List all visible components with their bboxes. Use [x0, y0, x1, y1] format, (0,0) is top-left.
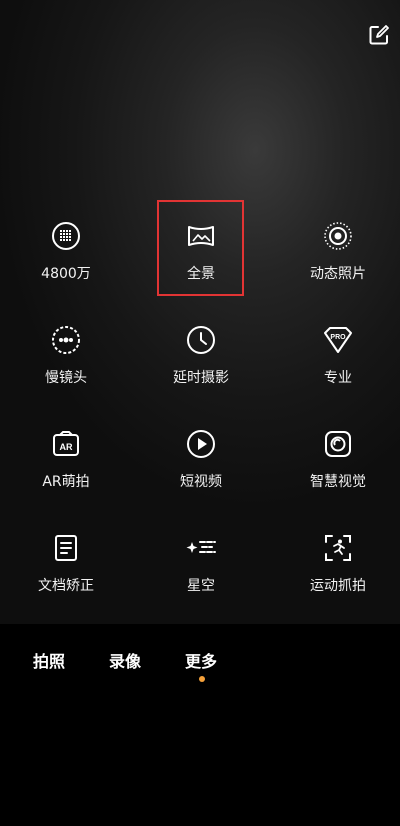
mode-bar: 拍照 录像 更多	[0, 624, 400, 826]
camera-more-panel: 4800万 全景 动态照片 慢镜头 延时摄影 PRO 专业 AR AR萌拍 短视…	[0, 0, 400, 624]
mode-item-starry-sky[interactable]: 星空	[141, 531, 261, 621]
high-resolution-grid-icon	[49, 219, 83, 253]
selection-highlight	[157, 200, 244, 296]
timelapse-clock-icon	[184, 323, 218, 357]
mode-tab-photo[interactable]: 拍照	[33, 648, 65, 672]
mode-item-smart-vision[interactable]: 智慧视觉	[278, 427, 398, 517]
mode-label: 动态照片	[310, 266, 366, 282]
mode-label: 星空	[187, 578, 215, 594]
short-video-icon	[184, 427, 218, 461]
svg-text:AR: AR	[60, 442, 73, 452]
mode-tab-more[interactable]: 更多	[185, 648, 217, 672]
mode-label: 延时摄影	[173, 370, 229, 386]
mode-label: AR萌拍	[42, 474, 90, 490]
document-icon	[49, 531, 83, 565]
mode-label: 运动抓拍	[310, 578, 366, 594]
ar-icon: AR	[49, 427, 83, 461]
mode-item-timelapse[interactable]: 延时摄影	[141, 323, 261, 413]
mode-grid: 4800万 全景 动态照片 慢镜头 延时摄影 PRO 专业 AR AR萌拍 短视…	[0, 0, 400, 624]
mode-item-ar[interactable]: AR AR萌拍	[6, 427, 126, 517]
sports-capture-icon	[321, 531, 355, 565]
mode-label: 短视频	[180, 474, 222, 490]
mode-item-short-video[interactable]: 短视频	[141, 427, 261, 517]
mode-item-slow-motion[interactable]: 慢镜头	[6, 323, 126, 413]
pro-mode-icon: PRO	[321, 323, 355, 357]
mode-label: 慢镜头	[45, 370, 87, 386]
slow-motion-icon	[49, 323, 83, 357]
mode-label: 文档矫正	[38, 578, 94, 594]
mode-item-pro[interactable]: PRO 专业	[278, 323, 398, 413]
mode-label: 4800万	[41, 266, 91, 282]
mode-item-sports-capture[interactable]: 运动抓拍	[278, 531, 398, 621]
mode-tab-video[interactable]: 录像	[109, 648, 141, 672]
smart-vision-icon	[321, 427, 355, 461]
svg-text:PRO: PRO	[330, 334, 346, 341]
mode-item-live-photo[interactable]: 动态照片	[278, 219, 398, 309]
mode-item-document[interactable]: 文档矫正	[6, 531, 126, 621]
starry-sky-icon	[184, 531, 218, 565]
mode-item-48mp[interactable]: 4800万	[6, 219, 126, 309]
mode-label: 智慧视觉	[310, 474, 366, 490]
live-photo-icon	[321, 219, 355, 253]
mode-label: 专业	[324, 370, 352, 386]
active-mode-indicator	[199, 676, 205, 682]
